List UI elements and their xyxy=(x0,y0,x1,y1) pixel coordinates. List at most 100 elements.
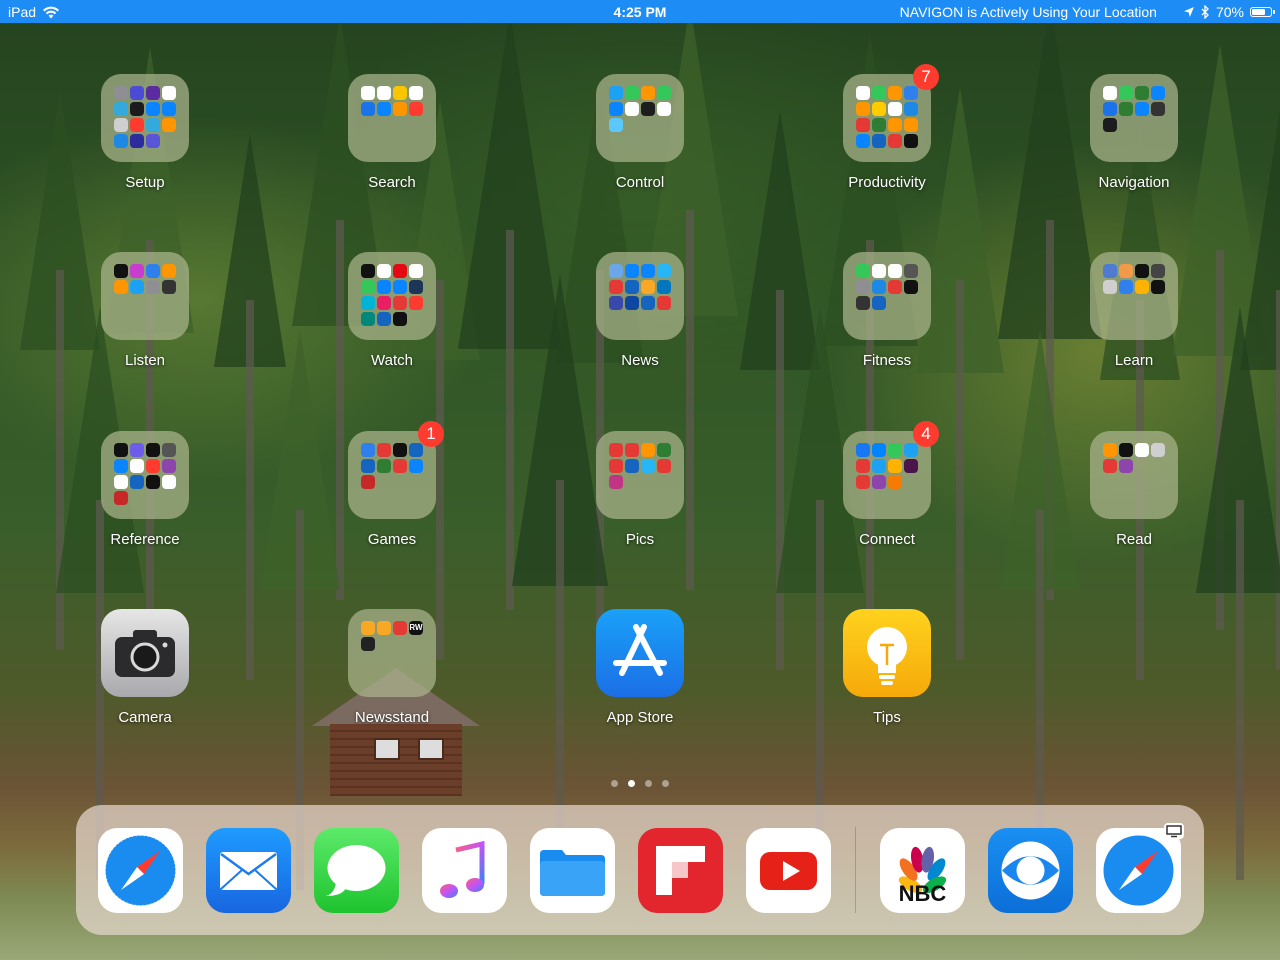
mini-app-icon xyxy=(856,443,870,457)
mini-app-icon xyxy=(114,443,128,457)
folder-tile[interactable] xyxy=(348,252,436,340)
folder-tile[interactable] xyxy=(596,431,684,519)
folder-tile[interactable] xyxy=(1090,252,1178,340)
folder-tile[interactable] xyxy=(1090,431,1178,519)
mini-app-icon xyxy=(1119,280,1133,294)
mini-app-icon xyxy=(609,86,623,100)
folder-read[interactable]: Read xyxy=(1069,431,1199,548)
folder-news[interactable]: News xyxy=(575,252,705,369)
app-store-app-icon[interactable] xyxy=(596,609,684,697)
icon-label: Reference xyxy=(110,531,180,548)
location-status-text[interactable]: NAVIGON is Actively Using Your Location xyxy=(900,4,1157,20)
dock-safari[interactable] xyxy=(98,828,183,913)
folder-control[interactable]: Control xyxy=(575,74,705,191)
nbc-text: NBC xyxy=(899,881,947,906)
folder-tile[interactable] xyxy=(596,74,684,162)
folder-tile[interactable] xyxy=(101,431,189,519)
mini-app-icon xyxy=(146,443,160,457)
dock-flipboard[interactable] xyxy=(638,828,723,913)
folder-tile[interactable] xyxy=(101,252,189,340)
folder-tile[interactable]: 7 xyxy=(843,64,939,162)
mini-app-icon xyxy=(609,296,623,310)
mini-app-icon xyxy=(872,264,886,278)
mini-app-icon xyxy=(146,459,160,473)
mini-app-icon xyxy=(146,118,160,132)
mini-app-icon xyxy=(625,280,639,294)
icon-label: Pics xyxy=(625,531,655,548)
mini-app-icon xyxy=(377,86,391,100)
dock-mail[interactable] xyxy=(206,828,291,913)
mini-app-icon xyxy=(361,86,375,100)
mini-app-icon xyxy=(856,475,870,489)
icon-label: Fitness xyxy=(862,352,912,369)
folder-connect[interactable]: 4 Connect xyxy=(822,421,952,548)
mini-app-icon xyxy=(146,280,160,294)
mini-app-icon xyxy=(377,443,391,457)
mini-app-icon xyxy=(146,264,160,278)
folder-tile[interactable] xyxy=(596,252,684,340)
mini-app-icon xyxy=(130,118,144,132)
mini-app-icon xyxy=(393,312,407,326)
mini-app-icon xyxy=(609,264,623,278)
app-newsstand[interactable]: RW Newsstand xyxy=(327,609,457,726)
app-app-store[interactable]: App Store xyxy=(575,609,705,726)
dock-nbc[interactable]: NBC xyxy=(880,828,965,913)
page-dot[interactable] xyxy=(645,780,652,787)
folder-games[interactable]: 1 Games xyxy=(327,421,457,548)
mini-app-icon xyxy=(657,86,671,100)
mini-app-icon xyxy=(393,443,407,457)
app-tips[interactable]: Tips xyxy=(822,609,952,726)
folder-search[interactable]: Search xyxy=(327,74,457,191)
folder-listen[interactable]: Listen xyxy=(80,252,210,369)
mini-app-icon xyxy=(409,86,423,100)
page-indicator[interactable] xyxy=(0,774,1280,792)
newsstand-folder[interactable]: RW xyxy=(348,609,436,697)
tips-app-icon[interactable] xyxy=(843,609,931,697)
folder-tile[interactable]: 4 xyxy=(843,421,939,519)
dock-safari-handoff[interactable] xyxy=(1096,823,1184,913)
folder-tile[interactable] xyxy=(348,74,436,162)
mini-app-icon xyxy=(1119,459,1133,473)
folder-tile[interactable] xyxy=(843,252,931,340)
mini-app-icon xyxy=(1135,443,1149,457)
folder-tile[interactable]: 1 xyxy=(348,421,444,519)
mini-app-icon xyxy=(1103,118,1117,132)
mini-app-icon xyxy=(162,118,176,132)
dock-music[interactable] xyxy=(422,828,507,913)
dock-files[interactable] xyxy=(530,828,615,913)
page-dot[interactable] xyxy=(662,780,669,787)
folder-pics[interactable]: Pics xyxy=(575,431,705,548)
camera-app-icon[interactable] xyxy=(101,609,189,697)
folder-tile[interactable] xyxy=(101,74,189,162)
dock-youtube[interactable] xyxy=(746,828,831,913)
folder-watch[interactable]: Watch xyxy=(327,252,457,369)
mini-app-icon xyxy=(657,102,671,116)
mini-app-icon xyxy=(114,134,128,148)
mini-app-icon xyxy=(377,280,391,294)
battery-icon xyxy=(1250,7,1275,17)
folder-reference[interactable]: Reference xyxy=(80,431,210,548)
mini-app-icon xyxy=(657,459,671,473)
dock-messages[interactable] xyxy=(314,828,399,913)
app-camera[interactable]: Camera xyxy=(80,609,210,726)
mini-app-icon xyxy=(641,443,655,457)
mini-app-icon xyxy=(393,459,407,473)
page-dot[interactable] xyxy=(611,780,618,787)
dock-cbs[interactable] xyxy=(988,828,1073,913)
mini-app-icon xyxy=(162,86,176,100)
mini-app-icon xyxy=(641,280,655,294)
folder-fitness[interactable]: Fitness xyxy=(822,252,952,369)
folder-setup[interactable]: Setup xyxy=(80,74,210,191)
mini-app-icon xyxy=(1103,443,1117,457)
monitor-icon xyxy=(1164,823,1184,839)
music-icon xyxy=(440,840,485,898)
folder-navigation[interactable]: Navigation xyxy=(1069,74,1199,191)
mini-app-icon xyxy=(872,443,886,457)
folder-learn[interactable]: Learn xyxy=(1069,252,1199,369)
camera-icon xyxy=(115,630,175,677)
folder-productivity[interactable]: 7 Productivity xyxy=(822,64,952,191)
folder-tile[interactable] xyxy=(1090,74,1178,162)
icon-label: App Store xyxy=(606,709,674,726)
mini-app-icon xyxy=(625,264,639,278)
page-dot[interactable] xyxy=(628,780,635,787)
